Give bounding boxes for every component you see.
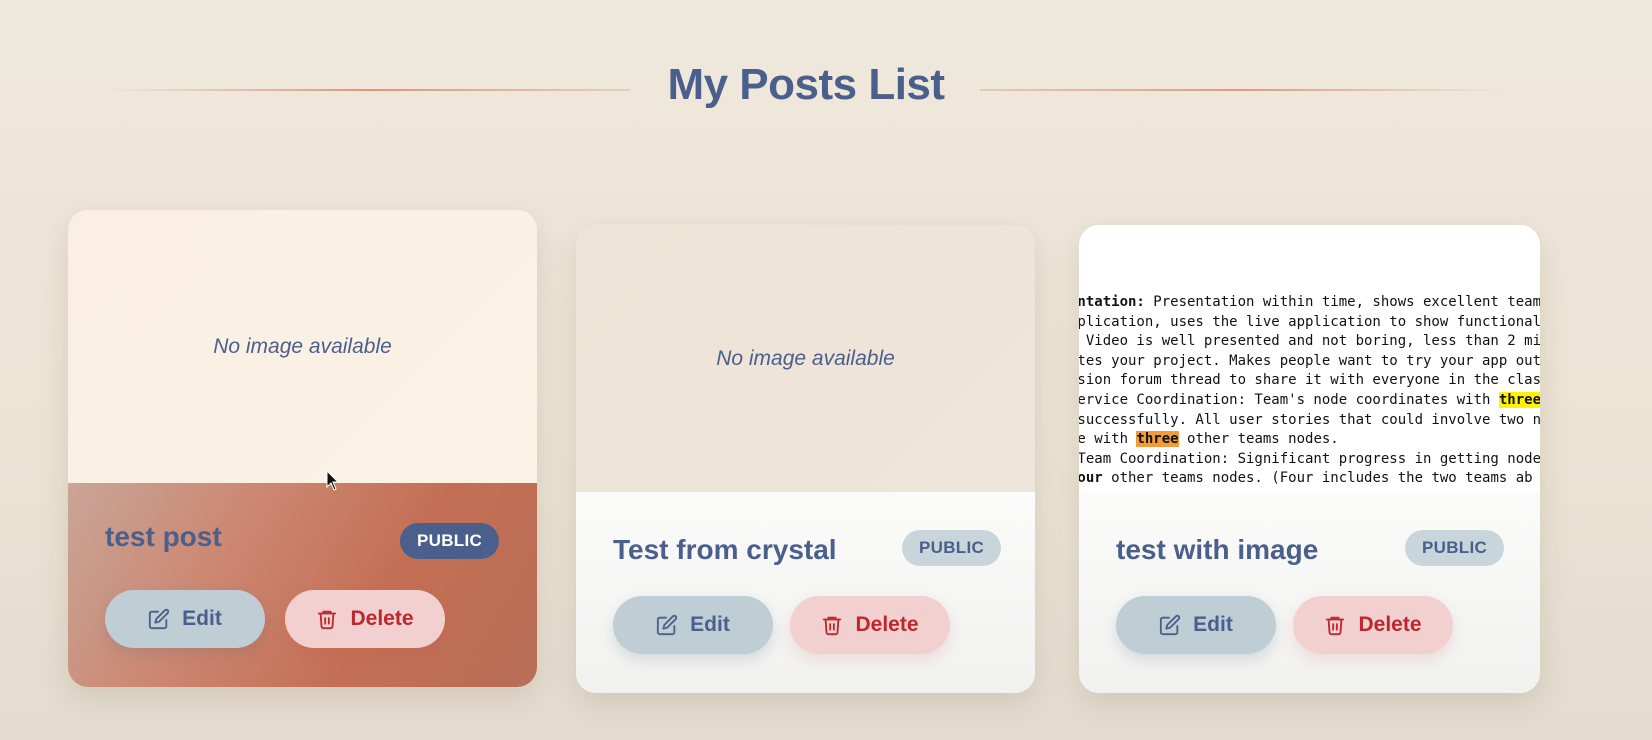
doc-text: ssion forum thread to share it with ever… (1079, 372, 1540, 389)
post-title: Test from crystal (613, 534, 837, 565)
visibility-badge: PUBLIC (902, 530, 1002, 566)
doc-text: otes your project. Makes people want to … (1079, 352, 1540, 369)
pencil-square-icon (1160, 614, 1181, 636)
post-card[interactable]: No image available Test from crystal PUB… (576, 225, 1035, 693)
delete-label: Delete (350, 607, 414, 630)
trash-icon (823, 616, 842, 636)
doc-text: other teams nodes. (1178, 431, 1339, 448)
delete-label: Delete (1358, 613, 1422, 636)
post-title: test post (105, 521, 222, 552)
doc-text: successfully. All user stories that coul… (1079, 411, 1540, 428)
visibility-badge: PUBLIC (400, 523, 500, 559)
no-image-text: No image available (213, 334, 392, 358)
doc-text: : Video is well presented and not boring… (1079, 333, 1540, 350)
pencil-square-icon (657, 614, 678, 636)
doc-text: pplication, uses the live application to… (1079, 313, 1540, 330)
edit-button[interactable]: Edit (1116, 596, 1276, 654)
delete-button[interactable]: Delete (285, 590, 445, 648)
edit-label: Edit (182, 607, 222, 630)
edit-label: Edit (1193, 613, 1233, 636)
trash-icon (318, 610, 337, 630)
post-card-body: test post PUBLIC Edit Delete (68, 483, 537, 687)
delete-button[interactable]: Delete (1293, 596, 1453, 654)
edit-button[interactable]: Edit (613, 596, 773, 654)
doc-text: Presentation within time, shows excellen… (1144, 294, 1540, 310)
doc-text: Service Coordination: Team's node coordi… (1079, 391, 1499, 408)
highlight-yellow: three (1498, 391, 1540, 408)
post-card[interactable]: No image available test post PUBLIC Edit… (68, 210, 537, 687)
page-title: My Posts List (667, 60, 945, 109)
delete-button[interactable]: Delete (790, 596, 950, 654)
no-image-text: No image available (716, 346, 895, 370)
pencil-square-icon (149, 608, 170, 630)
post-card-body: Test from crystal PUBLIC Edit Delete (576, 492, 1035, 693)
post-image: entation: Presentation within time, show… (1079, 225, 1540, 492)
visibility-badge: PUBLIC (1405, 530, 1505, 566)
post-image-placeholder: No image available (576, 225, 1035, 492)
edit-button[interactable]: Edit (105, 590, 265, 648)
mouse-cursor-icon (326, 470, 340, 491)
trash-icon (1326, 616, 1345, 636)
doc-text: de with (1079, 431, 1129, 448)
post-title: test with image (1116, 534, 1319, 565)
highlight-orange: three (1136, 431, 1179, 448)
image-document-text: entation: Presentation within time, show… (1079, 293, 1540, 489)
doc-text: -Team Coordination: Significant progress… (1079, 450, 1540, 467)
post-card-body: test with image PUBLIC Edit Delete (1079, 492, 1540, 693)
doc-text: entation: (1079, 294, 1145, 310)
doc-text: four (1079, 470, 1103, 487)
doc-text: other teams nodes. (Four includes the tw… (1102, 470, 1533, 487)
delete-label: Delete (855, 613, 919, 636)
edit-label: Edit (690, 613, 730, 636)
post-card[interactable]: entation: Presentation within time, show… (1079, 225, 1540, 693)
post-image-placeholder: No image available (68, 210, 537, 483)
